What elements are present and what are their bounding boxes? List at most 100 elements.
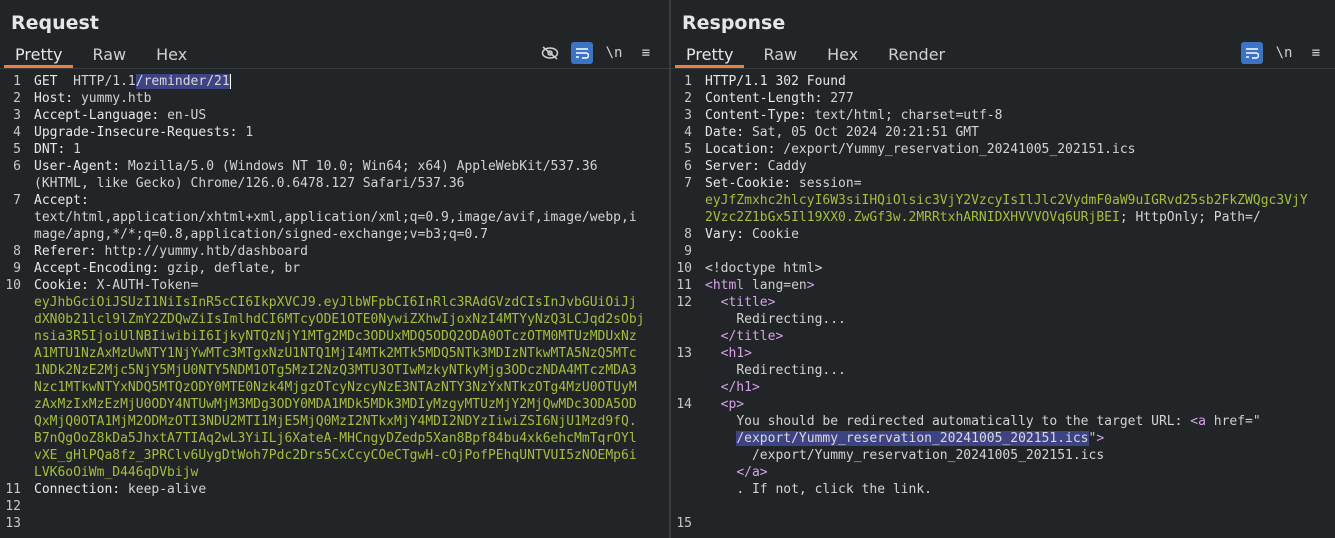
token-value: eyJfZmxhc2hlcyI6W3siIHQiOlsic3VjY2VzcyIs… xyxy=(705,193,1308,208)
header-value: 1 xyxy=(73,142,81,157)
request-tab-pretty[interactable]: Pretty xyxy=(4,40,74,68)
header-name: Location: xyxy=(705,142,784,157)
token-value: eyJhbGciOiJSUzI1NiIsInR5cCI6IkpXVCJ9.eyJ… xyxy=(34,295,637,310)
code-line: text/html,application/xhtml+xml,applicat… xyxy=(34,209,663,226)
response-tab-pretty[interactable]: Pretty xyxy=(675,40,745,68)
line-number: 3 xyxy=(13,108,21,123)
selected-text: /export/Yummy_reservation_20241005_20215… xyxy=(736,431,1089,446)
code-line: A1MTU1NzAxMzUwNTY1NjYwMTc3MTgxNzU1NTQ1Mj… xyxy=(34,345,663,362)
code-line: zAxMzIxMzEzMjU0ODY4NTUwMjM3MDg3ODY0MDA1M… xyxy=(34,396,663,413)
request-toolbar: \n ≡ xyxy=(529,42,657,64)
code-line: 1NDk2NzE2Mjc5NjY5MjU0NTY5NDM1OTg5MzI2NzQ… xyxy=(34,362,663,379)
response-title: Response xyxy=(682,12,786,34)
response-tab-raw[interactable]: Raw xyxy=(752,40,808,68)
header-name: Referer: xyxy=(34,244,105,259)
header-value: Caddy xyxy=(767,159,807,174)
code-line: LVK6oOiWm_D446qDVbijw xyxy=(34,464,663,481)
html-attribute: href=" xyxy=(1213,414,1261,429)
token-value: A1MTU1NzAxMzUwNTY1NjYwMTc3MTgxNzU1NTQ1Mj… xyxy=(34,346,637,361)
line-number: 15 xyxy=(676,516,692,531)
eye-slash-icon[interactable] xyxy=(539,42,561,64)
menu-icon[interactable]: ≡ xyxy=(635,42,657,64)
token-value: 2Vzc2Z1bGx5Il19XX0.ZwGf3w.2MRRtxhARNIDXH… xyxy=(705,210,1120,225)
html-tag: <p> xyxy=(720,397,745,412)
code-line: <p> xyxy=(705,396,1329,413)
line-number: 7 xyxy=(684,176,692,191)
code-line: eyJhbGciOiJSUzI1NiIsInR5cCI6IkpXVCJ9.eyJ… xyxy=(34,294,663,311)
response-tab-hex[interactable]: Hex xyxy=(816,40,869,68)
token-value: vXE_gHlPQa8fz_3PRClv6UygDtWoh7Pdc2Drs5Cx… xyxy=(34,448,637,463)
request-tab-raw[interactable]: Raw xyxy=(81,40,137,68)
header-value: . If not, click the link. xyxy=(736,482,932,497)
token-value: 1NDk2NzE2Mjc5NjY5MjU0NTY5NDM1OTg5MzI2NzQ… xyxy=(34,363,637,378)
header-name: Connection: xyxy=(34,482,128,497)
code-line: </title> xyxy=(705,328,1329,345)
header-name: Accept: xyxy=(34,193,97,208)
code-line: 2Vzc2Z1bGx5Il19XX0.ZwGf3w.2MRRtxhARNIDXH… xyxy=(705,209,1329,226)
code-line: Upgrade-Insecure-Requests: 1 xyxy=(34,124,663,141)
header-value: <!doctype html> xyxy=(705,261,823,276)
html-tag: <a xyxy=(1190,414,1214,429)
code-line: </a> xyxy=(705,464,1329,481)
newline-toggle-icon[interactable]: \n xyxy=(1273,42,1295,64)
header-value: Redirecting... xyxy=(736,312,846,327)
newline-toggle-icon[interactable]: \n xyxy=(603,42,625,64)
code-line: QxMjQ0OTA1MjM2ODMzOTI3NDU2MTI1MjE5MjQ0Mz… xyxy=(34,413,663,430)
line-number: 9 xyxy=(13,261,21,276)
token-value: QxMjQ0OTA1MjM2ODMzOTI3NDU2MTI1MjE5MjQ0Mz… xyxy=(34,414,637,429)
html-tag: <title> xyxy=(720,295,776,310)
code-line: </h1> xyxy=(705,379,1329,396)
code-line: Referer: http://yummy.htb/dashboard xyxy=(34,243,663,260)
header-name: Upgrade-Insecure-Requests: xyxy=(34,125,246,140)
response-tab-render[interactable]: Render xyxy=(877,40,956,68)
code-line: vXE_gHlPQa8fz_3PRClv6UygDtWoh7Pdc2Drs5Cx… xyxy=(34,447,663,464)
header-value: /export/Yummy_reservation_20241005_20215… xyxy=(751,448,1105,463)
line-number: 11 xyxy=(676,278,692,293)
request-tab-hex[interactable]: Hex xyxy=(145,40,198,68)
header-value: session= xyxy=(798,176,862,191)
code-line: dXN0b21lcl9lZmY2ZDQwZiIsImlhdCI6MTcyODE1… xyxy=(34,311,663,328)
code-line: Nzc1MTkwNTYxNDQ5MTQzODY0MTE0Nzk4MjgzOTcy… xyxy=(34,379,663,396)
request-pane: Request Pretty Raw Hex \n ≡ 1 GET HTTP/1.… xyxy=(0,0,669,538)
header-value: /export/Yummy_reservation_20241005_20215… xyxy=(783,142,1136,157)
line-number: 9 xyxy=(684,244,692,259)
line-number: 13 xyxy=(676,346,692,361)
wrap-lines-icon[interactable] xyxy=(1241,42,1263,64)
line-number: 2 xyxy=(684,91,692,106)
code-line: <!doctype html> xyxy=(705,260,1329,277)
code-line: mage/apng,*/*;q=0.8,application/signed-e… xyxy=(34,226,663,243)
line-number: 10 xyxy=(676,261,692,276)
header-name: Cookie: xyxy=(34,278,97,293)
header-name: Accept-Language: xyxy=(34,108,168,123)
code-line: Connection: keep-alive xyxy=(34,481,663,498)
header-value: X-AUTH-Token= xyxy=(96,278,199,293)
line-number: 4 xyxy=(13,125,21,140)
code-line: Vary: Cookie xyxy=(705,226,1329,243)
wrap-lines-icon[interactable] xyxy=(571,42,593,64)
token-value: Nzc1MTkwNTYxNDQ5MTQzODY0MTE0Nzk4MjgzOTcy… xyxy=(34,380,637,395)
code-line: User-Agent: Mozilla/5.0 (Windows NT 10.0… xyxy=(34,158,663,175)
header-name: Content-Type: xyxy=(705,108,815,123)
token-value: zAxMzIxMzEzMjU0ODY4NTUwMjM3MDg3ODY0MDA1M… xyxy=(34,397,637,412)
html-tag: <h1> xyxy=(720,346,752,361)
line-number: 3 xyxy=(684,108,692,123)
header-name: DNT: xyxy=(34,142,74,157)
response-editor[interactable]: 1 HTTP/1.1 302 Found 2 Content-Length: 277 3… xyxy=(671,70,1335,538)
html-tag: </title> xyxy=(720,329,784,344)
menu-icon[interactable]: ≡ xyxy=(1305,42,1327,64)
header-value: en-US xyxy=(167,108,207,123)
line-number: 6 xyxy=(13,159,21,174)
request-editor[interactable]: 1 GET HTTP/1.1/reminder/21 2 Host: yummy.ht… xyxy=(0,70,669,538)
token-value: B7nQgOoZ8kDa5JhxtA7TIAq2wL3YiILj6XateA-M… xyxy=(34,431,637,446)
code-line: Content-Length: 277 xyxy=(705,90,1329,107)
header-name: HTTP/1.1 302 Found xyxy=(705,74,846,89)
code-line: B7nQgOoZ8kDa5JhxtA7TIAq2wL3YiILj6XateA-M… xyxy=(34,430,663,447)
